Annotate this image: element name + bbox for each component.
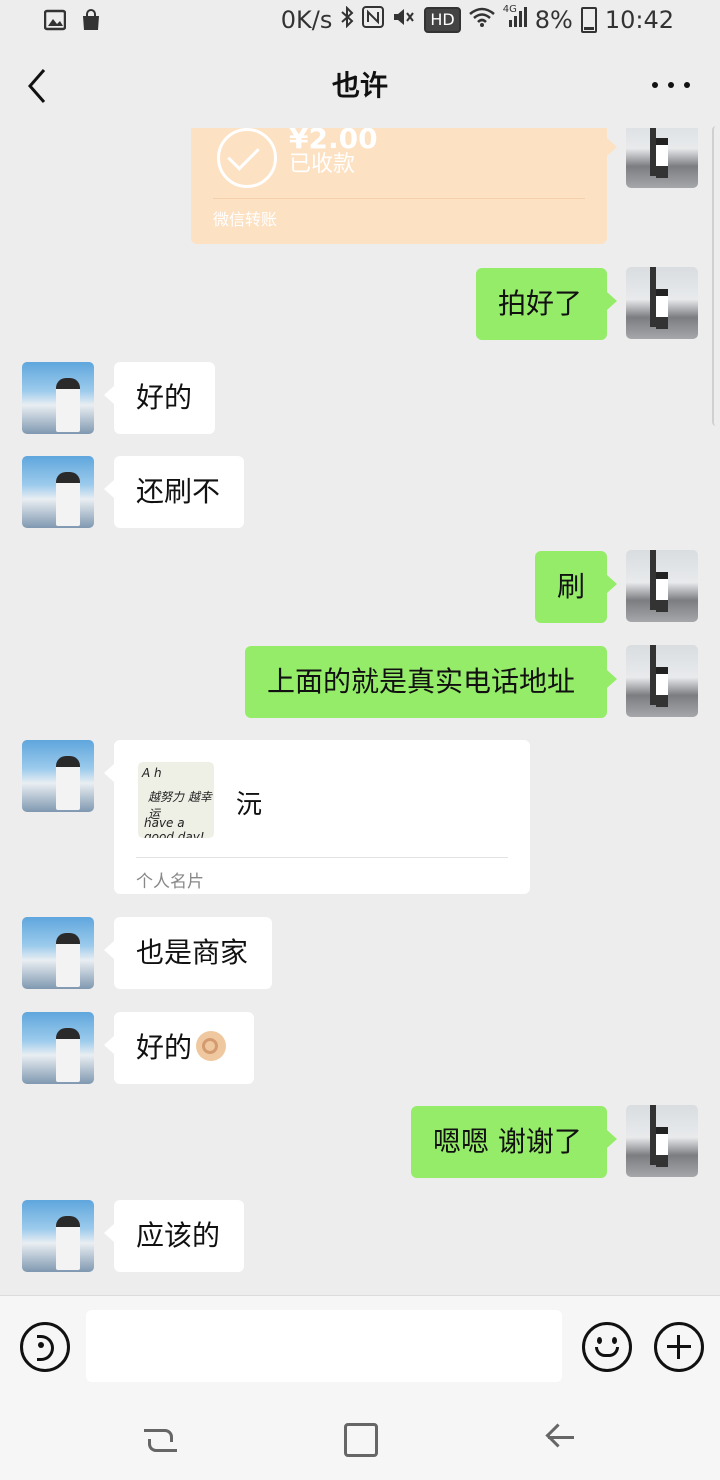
contact-card[interactable]: A h 越努力 越幸运 have a good day! 沅 个人名片 <box>104 740 530 894</box>
my-avatar[interactable] <box>626 128 698 188</box>
signal-icon: 4G <box>502 4 527 34</box>
clock: 10:42 <box>604 6 674 34</box>
wifi-icon <box>468 6 495 34</box>
network-speed: 0K/s <box>280 6 333 34</box>
contact-avatar[interactable] <box>22 1200 94 1272</box>
message-bubble-outgoing[interactable]: 嗯嗯 谢谢了 <box>411 1106 617 1178</box>
message-bubble-outgoing[interactable]: 上面的就是真实电话地址 <box>245 646 617 718</box>
my-avatar[interactable] <box>626 550 698 622</box>
contact-card-label: 个人名片 <box>136 872 204 892</box>
recent-apps-icon[interactable] <box>144 1425 177 1452</box>
ok-hand-emoji-icon <box>196 1031 227 1061</box>
scrollbar[interactable] <box>712 126 720 426</box>
check-circle-icon <box>217 128 277 188</box>
message-bubble-outgoing[interactable]: 刷 <box>535 551 617 623</box>
message-input[interactable] <box>86 1310 562 1382</box>
hd-badge: HD <box>424 7 461 33</box>
contact-card-name: 沅 <box>236 790 263 820</box>
message-bubble-incoming[interactable]: 好的 <box>104 1012 254 1084</box>
chat-title: 也许 <box>331 69 388 102</box>
mute-icon <box>392 6 416 34</box>
system-nav-bar <box>0 1395 720 1480</box>
transfer-label: 微信转账 <box>213 210 278 229</box>
battery-icon <box>580 7 597 33</box>
my-avatar[interactable] <box>626 267 698 339</box>
message-text: 好的 <box>136 1031 193 1064</box>
more-button[interactable] <box>652 82 690 92</box>
chat-messages[interactable]: ¥2.00 已收款 微信转账 拍好了 好的 还刷不 刷 上面的就是真实电话地址 … <box>0 128 720 1295</box>
contact-avatar[interactable] <box>22 456 94 528</box>
shopping-bag-icon <box>80 9 102 35</box>
message-bubble-incoming[interactable]: 也是商家 <box>104 917 272 989</box>
gallery-icon <box>43 9 67 35</box>
nfc-icon <box>362 6 385 34</box>
contact-card-photo: A h 越努力 越幸运 have a good day! <box>138 762 214 838</box>
my-avatar[interactable] <box>626 645 698 717</box>
battery-percent: 8% <box>534 6 573 34</box>
voice-icon[interactable] <box>20 1322 70 1372</box>
more-dots-icon <box>652 82 658 88</box>
my-avatar[interactable] <box>626 1105 698 1177</box>
message-bubble-outgoing[interactable]: 拍好了 <box>476 268 617 340</box>
contact-avatar[interactable] <box>22 917 94 989</box>
message-bubble-incoming[interactable]: 应该的 <box>104 1200 244 1272</box>
contact-avatar[interactable] <box>22 1012 94 1084</box>
status-bar: 0K/s HD 4G 8% 10:42 <box>0 0 720 42</box>
back-icon[interactable] <box>546 1421 576 1451</box>
chat-header: 也许 <box>0 42 720 128</box>
bluetooth-icon <box>340 5 354 34</box>
contact-avatar[interactable] <box>22 362 94 434</box>
home-icon[interactable] <box>344 1423 378 1457</box>
message-bubble-incoming[interactable]: 还刷不 <box>104 456 244 528</box>
transfer-card[interactable]: ¥2.00 已收款 微信转账 <box>191 128 617 244</box>
divider <box>213 198 585 199</box>
input-bar <box>0 1295 720 1396</box>
contact-avatar[interactable] <box>22 740 94 812</box>
emoji-icon[interactable] <box>582 1322 632 1372</box>
transfer-status: 已收款 <box>289 152 356 177</box>
plus-icon[interactable] <box>654 1322 704 1372</box>
network-type: 4G <box>502 4 517 15</box>
message-bubble-incoming[interactable]: 好的 <box>104 362 215 434</box>
divider <box>136 857 508 858</box>
